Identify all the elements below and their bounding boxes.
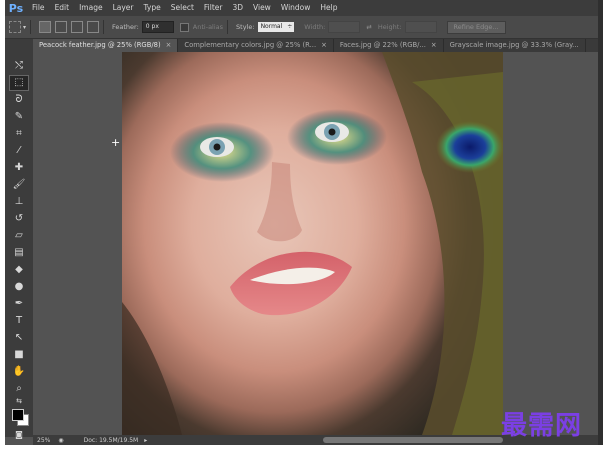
feather-input[interactable]: 0 px	[141, 21, 174, 33]
move-tool-icon[interactable]: ⤭	[10, 59, 28, 73]
marquee-preset-icon[interactable]	[9, 21, 21, 33]
zoom-level[interactable]: 25%	[37, 437, 50, 444]
feather-label: Feather:	[112, 23, 139, 31]
intersect-selection-icon[interactable]	[87, 21, 100, 33]
menu-help[interactable]: Help	[315, 0, 342, 16]
new-selection-icon[interactable]	[39, 21, 52, 33]
blur-tool-icon[interactable]: ◆	[10, 263, 28, 277]
add-selection-icon[interactable]	[55, 21, 68, 33]
document-tabs: Peacock feather.jpg @ 25% (RGB/8) × Compl…	[33, 39, 603, 52]
photoshop-window: Ps File Edit Image Layer Type Select Fil…	[5, 0, 603, 445]
menu-view[interactable]: View	[248, 0, 276, 16]
height-input[interactable]	[404, 21, 437, 33]
style-value: Normal	[260, 23, 283, 30]
antialias-label: Anti-alias	[192, 23, 224, 31]
tab-label: Faces.jpg @ 22% (RGB/...	[339, 41, 426, 49]
tools-panel: ⤭ ⬚ ᘐ ✎ ⌗ ⁄ ✚ 🖌 ⊥ ↺ ▱ ▤ ◆ ● ✒ T ↖ ■ ✋ ⌕ …	[5, 39, 34, 439]
menu-file[interactable]: File	[27, 0, 50, 16]
clone-stamp-icon[interactable]: ⊥	[10, 195, 28, 209]
tab-faces[interactable]: Faces.jpg @ 22% (RGB/... ×	[334, 39, 444, 52]
gradient-tool-icon[interactable]: ▤	[10, 246, 28, 260]
divider	[103, 20, 105, 34]
canvas-area[interactable]: +	[33, 52, 603, 435]
options-bar: ▾ Feather: 0 px Anti-alias Style: Normal…	[5, 16, 603, 39]
type-tool-icon[interactable]: T	[10, 314, 28, 328]
dodge-tool-icon[interactable]: ●	[10, 280, 28, 294]
tab-peacock-feather[interactable]: Peacock feather.jpg @ 25% (RGB/8) ×	[33, 39, 179, 52]
subtract-selection-icon[interactable]	[71, 21, 84, 33]
menu-select[interactable]: Select	[166, 0, 199, 16]
menu-3d[interactable]: 3D	[227, 0, 248, 16]
menu-layer[interactable]: Layer	[108, 0, 139, 16]
shape-tool-icon[interactable]: ■	[10, 348, 28, 362]
divider	[227, 20, 229, 34]
tab-complementary-colors[interactable]: Complementary colors.jpg @ 25% (R... ×	[178, 39, 334, 52]
antialias-checkbox[interactable]	[179, 22, 189, 32]
path-selection-icon[interactable]: ↖	[10, 331, 28, 345]
foreground-color-swatch[interactable]	[12, 409, 24, 421]
crosshair-cursor-icon: +	[111, 136, 121, 149]
close-icon[interactable]: ×	[166, 41, 172, 49]
eyedropper-icon[interactable]: ⁄	[10, 144, 28, 158]
menu-filter[interactable]: Filter	[199, 0, 228, 16]
photoshop-logo: Ps	[8, 1, 24, 15]
close-icon[interactable]: ×	[431, 41, 437, 49]
menu-bar: Ps File Edit Image Layer Type Select Fil…	[5, 0, 603, 16]
refine-edge-button[interactable]: Refine Edge...	[446, 20, 506, 34]
swap-colors-icon[interactable]: ⇆	[10, 394, 28, 408]
menu-type[interactable]: Type	[139, 0, 166, 16]
chevron-down-icon: ÷	[287, 23, 293, 30]
status-menu-arrow-icon[interactable]: ▸	[144, 437, 147, 444]
history-brush-icon[interactable]: ↺	[10, 212, 28, 226]
chevron-down-icon[interactable]: ▾	[23, 24, 26, 31]
magic-wand-icon[interactable]: ✎	[10, 110, 28, 124]
window-edge	[598, 0, 603, 445]
style-label: Style:	[236, 23, 255, 31]
swap-arrows-icon[interactable]: ⇄	[366, 23, 371, 31]
close-icon[interactable]: ×	[321, 41, 327, 49]
menu-edit[interactable]: Edit	[50, 0, 75, 16]
tab-grayscale-image[interactable]: Grayscale image.jpg @ 33.3% (Gray...	[444, 39, 586, 52]
doc-size: Doc: 19.5M/19.5M	[83, 436, 139, 444]
brush-tool-icon[interactable]: 🖌	[10, 178, 28, 192]
eraser-icon[interactable]: ▱	[10, 229, 28, 243]
menu-window[interactable]: Window	[276, 0, 316, 16]
style-select[interactable]: Normal ÷	[257, 22, 295, 32]
lasso-tool-icon[interactable]: ᘐ	[10, 93, 28, 107]
document-image[interactable]	[122, 52, 503, 435]
tab-label: Complementary colors.jpg @ 25% (R...	[184, 41, 317, 49]
quick-mask-icon[interactable]: ◙	[10, 428, 28, 442]
crop-tool-icon[interactable]: ⌗	[10, 127, 28, 141]
tab-label: Peacock feather.jpg @ 25% (RGB/8)	[39, 41, 161, 49]
horizontal-scrollbar[interactable]	[323, 437, 503, 443]
divider	[30, 20, 32, 34]
hand-tool-icon[interactable]: ✋	[10, 365, 28, 379]
doc-info-icon[interactable]: ◉	[58, 437, 63, 444]
height-label: Height:	[377, 23, 402, 31]
portrait-photo	[122, 52, 503, 435]
menu-image[interactable]: Image	[74, 0, 108, 16]
tab-label: Grayscale image.jpg @ 33.3% (Gray...	[449, 41, 579, 49]
pen-tool-icon[interactable]: ✒	[10, 297, 28, 311]
width-input[interactable]	[328, 21, 361, 33]
marquee-tool-icon[interactable]: ⬚	[9, 75, 29, 91]
healing-brush-icon[interactable]: ✚	[10, 161, 28, 175]
width-label: Width:	[304, 23, 326, 31]
watermark: 最需网	[501, 411, 583, 441]
